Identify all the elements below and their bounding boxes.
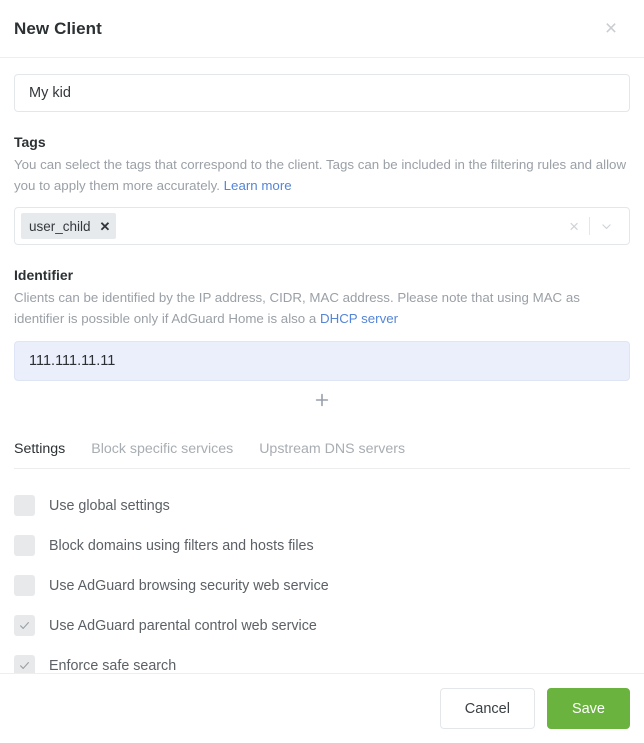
dhcp-server-link[interactable]: DHCP server bbox=[320, 311, 398, 326]
tag-chip-label: user_child bbox=[29, 219, 91, 234]
close-icon[interactable]: × bbox=[598, 16, 624, 42]
setting-label: Use AdGuard parental control web service bbox=[49, 618, 317, 634]
settings-tabs: Settings Block specific services Upstrea… bbox=[14, 441, 630, 469]
setting-row-safe-search[interactable]: Enforce safe search bbox=[14, 646, 630, 673]
tags-section: Tags You can select the tags that corres… bbox=[14, 134, 630, 245]
identifier-description-text: Clients can be identified by the IP addr… bbox=[14, 290, 580, 326]
tags-select[interactable]: user_child ✕ × bbox=[14, 207, 630, 245]
identifier-section: Identifier Clients can be identified by … bbox=[14, 267, 630, 418]
modal-header: New Client × bbox=[0, 0, 644, 58]
setting-row-browsing-security[interactable]: Use AdGuard browsing security web servic… bbox=[14, 566, 630, 606]
setting-label: Use global settings bbox=[49, 498, 170, 514]
tab-settings[interactable]: Settings bbox=[14, 441, 65, 457]
checkbox-unchecked-icon[interactable] bbox=[14, 575, 35, 596]
settings-checkbox-list: Use global settings Block domains using … bbox=[14, 486, 630, 673]
modal-footer: Cancel Save bbox=[0, 673, 644, 743]
checkbox-checked-icon[interactable] bbox=[14, 615, 35, 636]
identifier-label: Identifier bbox=[14, 267, 630, 283]
page-title: New Client bbox=[14, 19, 598, 39]
tag-chip-remove-icon[interactable]: ✕ bbox=[100, 220, 111, 233]
setting-label: Block domains using filters and hosts fi… bbox=[49, 538, 314, 554]
plus-icon[interactable] bbox=[309, 387, 335, 413]
identifier-description: Clients can be identified by the IP addr… bbox=[14, 288, 629, 329]
tags-description-text: You can select the tags that correspond … bbox=[14, 157, 626, 193]
tab-upstream-dns-servers[interactable]: Upstream DNS servers bbox=[259, 441, 405, 457]
tags-chip-list: user_child ✕ bbox=[21, 213, 559, 239]
client-name-input[interactable]: My kid bbox=[14, 74, 630, 112]
chevron-down-icon[interactable] bbox=[590, 220, 623, 233]
save-button[interactable]: Save bbox=[547, 688, 630, 729]
checkbox-unchecked-icon[interactable] bbox=[14, 535, 35, 556]
setting-label: Use AdGuard browsing security web servic… bbox=[49, 578, 329, 594]
tags-label: Tags bbox=[14, 134, 630, 150]
new-client-modal: New Client × My kid Tags You can select … bbox=[0, 0, 644, 743]
clear-icon[interactable]: × bbox=[559, 218, 589, 235]
cancel-button[interactable]: Cancel bbox=[440, 688, 535, 729]
checkbox-checked-icon[interactable] bbox=[14, 655, 35, 673]
setting-row-block-domains[interactable]: Block domains using filters and hosts fi… bbox=[14, 526, 630, 566]
modal-body: My kid Tags You can select the tags that… bbox=[0, 58, 644, 673]
tags-select-indicators: × bbox=[559, 217, 625, 235]
setting-label: Enforce safe search bbox=[49, 658, 176, 673]
tags-description: You can select the tags that correspond … bbox=[14, 155, 629, 196]
identifier-input[interactable]: 111.111.11.11 bbox=[14, 341, 630, 381]
add-identifier-row bbox=[14, 381, 630, 419]
setting-row-parental-control[interactable]: Use AdGuard parental control web service bbox=[14, 606, 630, 646]
tab-block-specific-services[interactable]: Block specific services bbox=[91, 441, 233, 457]
tag-chip[interactable]: user_child ✕ bbox=[21, 213, 116, 239]
checkbox-unchecked-icon[interactable] bbox=[14, 495, 35, 516]
setting-row-use-global-settings[interactable]: Use global settings bbox=[14, 486, 630, 526]
tags-learn-more-link[interactable]: Learn more bbox=[224, 178, 292, 193]
